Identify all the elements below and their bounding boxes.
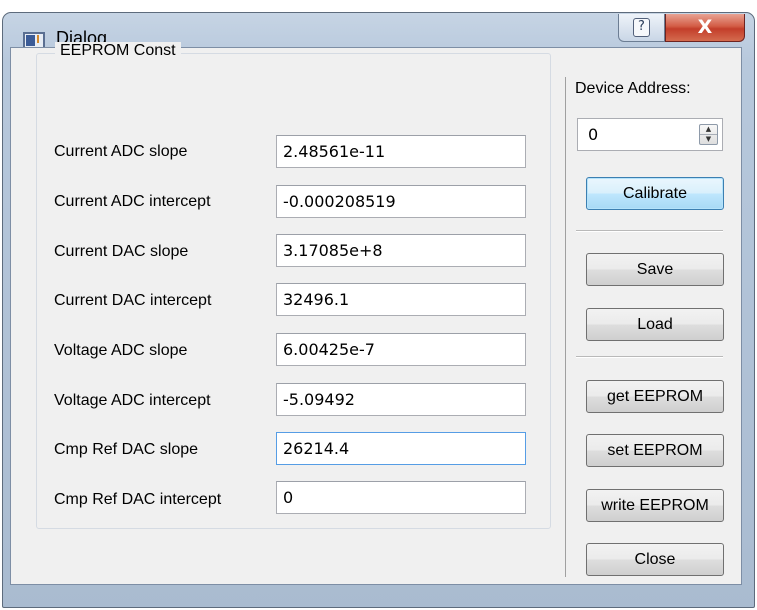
label-current-dac-intercept: Current DAC intercept (54, 292, 212, 309)
label-current-adc-intercept: Current ADC intercept (54, 193, 211, 210)
separator (576, 356, 723, 358)
device-address-spinbox[interactable]: ▲ ▼ (577, 118, 723, 151)
get-eeprom-button[interactable]: get EEPROM (586, 380, 724, 413)
label-voltage-adc-slope: Voltage ADC slope (54, 342, 188, 359)
input-current-adc-intercept[interactable] (276, 185, 526, 218)
separator (576, 230, 723, 232)
group-title: EEPROM Const (55, 42, 181, 60)
input-cmp-ref-dac-slope[interactable] (276, 432, 526, 465)
load-button[interactable]: Load (586, 308, 724, 341)
label-current-adc-slope: Current ADC slope (54, 143, 188, 160)
label-voltage-adc-intercept: Voltage ADC intercept (54, 392, 211, 409)
input-current-dac-slope[interactable] (276, 234, 526, 267)
label-current-dac-slope: Current DAC slope (54, 243, 189, 260)
device-address-input[interactable] (578, 119, 688, 150)
device-address-label: Device Address: (575, 80, 691, 97)
close-icon: X (697, 16, 713, 38)
input-voltage-adc-intercept[interactable] (276, 383, 526, 416)
arrow-down-icon[interactable]: ▼ (700, 135, 717, 144)
arrow-up-icon[interactable]: ▲ (700, 125, 717, 135)
label-cmp-ref-dac-slope: Cmp Ref DAC slope (54, 441, 199, 458)
save-button[interactable]: Save (586, 253, 724, 286)
input-voltage-adc-slope[interactable] (276, 333, 526, 366)
calibrate-button[interactable]: Calibrate (586, 177, 724, 210)
close-button[interactable]: Close (586, 543, 724, 576)
label-cmp-ref-dac-intercept: Cmp Ref DAC intercept (54, 491, 222, 508)
input-cmp-ref-dac-intercept[interactable] (276, 481, 526, 514)
input-current-adc-slope[interactable] (276, 135, 526, 168)
window-close-button[interactable]: X (665, 14, 745, 42)
help-button[interactable]: ? (618, 14, 665, 42)
vertical-divider (565, 77, 566, 577)
spin-buttons[interactable]: ▲ ▼ (699, 124, 718, 145)
write-eeprom-button[interactable]: write EEPROM (586, 489, 724, 522)
help-icon: ? (633, 18, 650, 37)
input-current-dac-intercept[interactable] (276, 283, 526, 316)
set-eeprom-button[interactable]: set EEPROM (586, 434, 724, 467)
